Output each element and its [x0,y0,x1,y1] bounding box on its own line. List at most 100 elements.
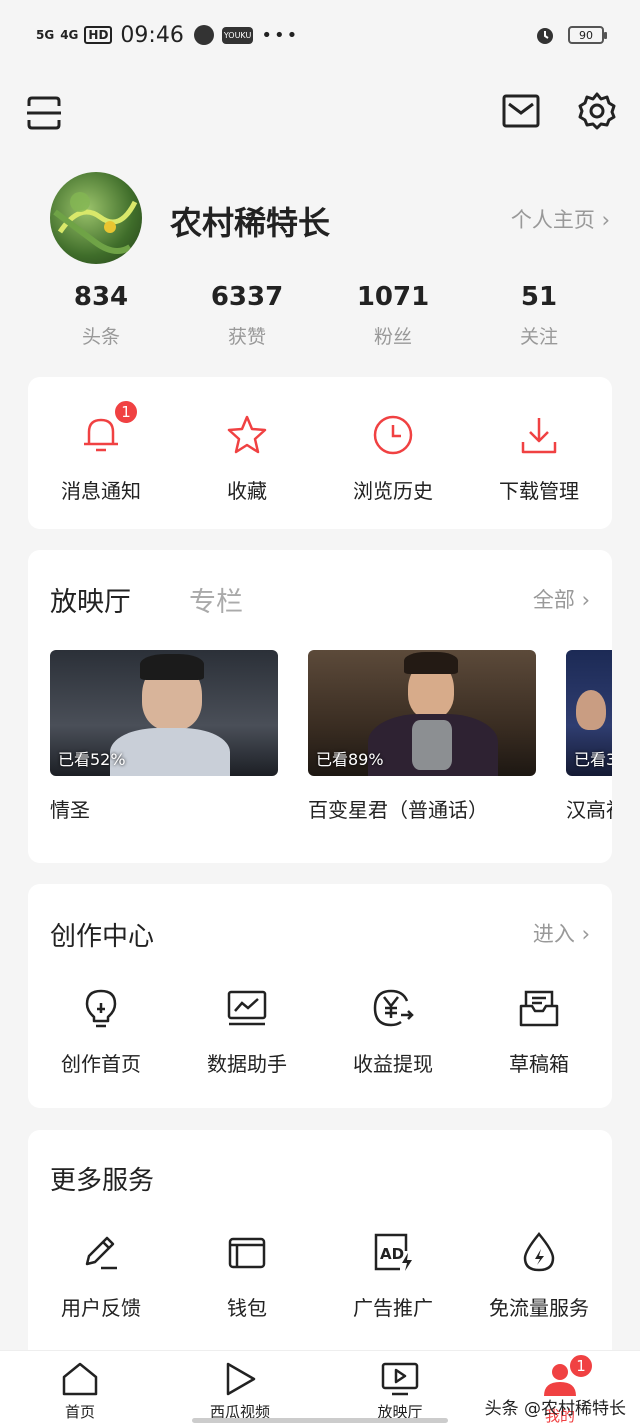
chart-monitor-icon [227,990,267,1026]
stat-label: 头条 [81,326,120,348]
action-label: 收藏 [227,479,267,503]
earnings-withdraw-button[interactable]: 收益提现 [320,984,466,1077]
stat-label: 获赞 [227,326,266,348]
theater-all-link[interactable]: 全部 › [533,584,590,614]
svg-text:AD: AD [380,1245,404,1263]
pen-icon [85,1236,117,1270]
ad-promotion-button[interactable]: AD 广告推广 [320,1228,466,1321]
service-label: 广告推广 [353,1296,433,1320]
top-bar [0,88,640,136]
action-label: 下载管理 [499,479,579,503]
watermark: 头条 @农村稀特长 [484,1399,626,1419]
more-notifications-icon: ••• [261,24,300,46]
username: 农村稀特长 [170,204,331,242]
personal-homepage-link[interactable]: 个人主页 › [511,204,610,234]
history-button[interactable]: 浏览历史 [320,411,466,504]
creator-label: 创作首页 [61,1052,141,1076]
downloads-button[interactable]: 下载管理 [466,411,612,504]
status-bar: 5G 4G HD 09:46 YOUKU ••• 90 [0,0,640,70]
drop-icon [523,1232,555,1272]
notification-badge: 1 [113,399,139,425]
watch-progress: 已看52% [58,750,126,769]
avatar[interactable] [50,172,142,264]
profile-stats: 834 头条 6337 获赞 1071 粉丝 51 关注 [28,282,612,349]
creator-label: 收益提现 [353,1052,433,1076]
notifications-button[interactable]: 1 消息通知 [28,399,174,504]
creator-enter-link[interactable]: 进入 › [533,918,590,948]
favorites-button[interactable]: 收藏 [174,411,320,504]
ad-icon: AD [374,1233,412,1271]
video-item[interactable]: 已看3 汉高祖 [566,650,612,823]
video-list: 已看52% 情圣 已看89% 百变星君（普通话） 已看3 汉高祖 [50,650,612,830]
creator-home-button[interactable]: 创作首页 [28,984,174,1077]
action-label: 浏览历史 [353,479,433,503]
hd-badge: HD [84,26,113,44]
download-icon [521,418,557,454]
more-services-title: 更多服务 [50,1166,155,1196]
watch-progress: 已看3 [574,750,612,769]
status-time: 09:46 [120,22,184,48]
video-item[interactable]: 已看89% 百变星君（普通话） [308,650,536,823]
service-label: 钱包 [227,1296,267,1320]
service-label: 用户反馈 [61,1296,141,1320]
action-label: 消息通知 [61,479,141,503]
theater-card: 放映厅 专栏 全部 › 已看52% 情圣 已看89% 百变星君（普通话） 已看3… [28,550,612,863]
user-feedback-button[interactable]: 用户反馈 [28,1228,174,1321]
gear-icon[interactable] [578,92,616,130]
tab-theater[interactable]: 放映厅 [50,580,131,619]
creator-center-card: 创作中心 进入 › 创作首页 数据助手 收益提现 草稿箱 [28,884,612,1108]
alarm-icon [537,28,553,44]
wallet-button[interactable]: 钱包 [174,1228,320,1321]
app-notification-icon [193,25,214,45]
tab-column[interactable]: 专栏 [189,580,243,619]
creator-label: 草稿箱 [509,1052,569,1076]
stat-following[interactable]: 51 关注 [466,282,612,349]
tab-badge: 1 [568,1353,594,1379]
mail-icon[interactable] [502,94,540,128]
stat-likes[interactable]: 6337 获赞 [174,282,320,349]
stat-posts[interactable]: 834 头条 [28,282,174,349]
play-icon [226,1362,256,1396]
home-indicator [192,1418,448,1423]
scan-icon[interactable] [26,96,62,130]
stat-value: 834 [73,282,129,312]
youku-icon: YOUKU [221,26,254,44]
signal-5g: 5G [36,28,55,42]
wallet-icon [228,1237,266,1269]
tv-play-icon [381,1362,419,1396]
drafts-button[interactable]: 草稿箱 [466,984,612,1077]
video-title: 汉高祖 [566,798,612,822]
drafts-icon [519,990,559,1027]
stat-followers[interactable]: 1071 粉丝 [320,282,466,349]
tab-xigua-video[interactable]: 西瓜视频 [160,1351,320,1427]
video-thumbnail: 已看52% [50,650,278,776]
more-services-card: 更多服务 用户反馈 钱包 AD 广告推广 免流量服务 [28,1130,612,1370]
video-thumbnail: 已看89% [308,650,536,776]
tab-theater-bottom[interactable]: 放映厅 [320,1351,480,1427]
home-icon [62,1362,98,1396]
stat-value: 6337 [210,282,284,312]
lightbulb-icon [85,989,117,1028]
creator-center-title: 创作中心 [50,922,155,952]
battery-icon: 90 [568,26,607,44]
yuan-withdraw-icon [373,989,414,1027]
video-thumbnail: 已看3 [566,650,612,776]
data-assistant-button[interactable]: 数据助手 [174,984,320,1077]
creator-label: 数据助手 [207,1052,287,1076]
video-title: 百变星君（普通话） [308,798,488,822]
star-icon [227,415,267,454]
stat-value: 1071 [356,282,430,312]
tab-label: 首页 [64,1403,95,1421]
free-data-service-button[interactable]: 免流量服务 [466,1228,612,1321]
video-item[interactable]: 已看52% 情圣 [50,650,278,823]
watch-progress: 已看89% [316,750,384,769]
stat-value: 51 [520,282,558,312]
stat-label: 关注 [519,326,558,348]
video-title: 情圣 [50,798,90,822]
quick-actions-card: 1 消息通知 收藏 浏览历史 下载管理 [28,377,612,529]
service-label: 免流量服务 [489,1296,589,1320]
clock-icon [373,415,413,455]
tab-home[interactable]: 首页 [0,1351,160,1427]
stat-label: 粉丝 [373,326,412,348]
signal-4g: 4G [60,28,79,42]
